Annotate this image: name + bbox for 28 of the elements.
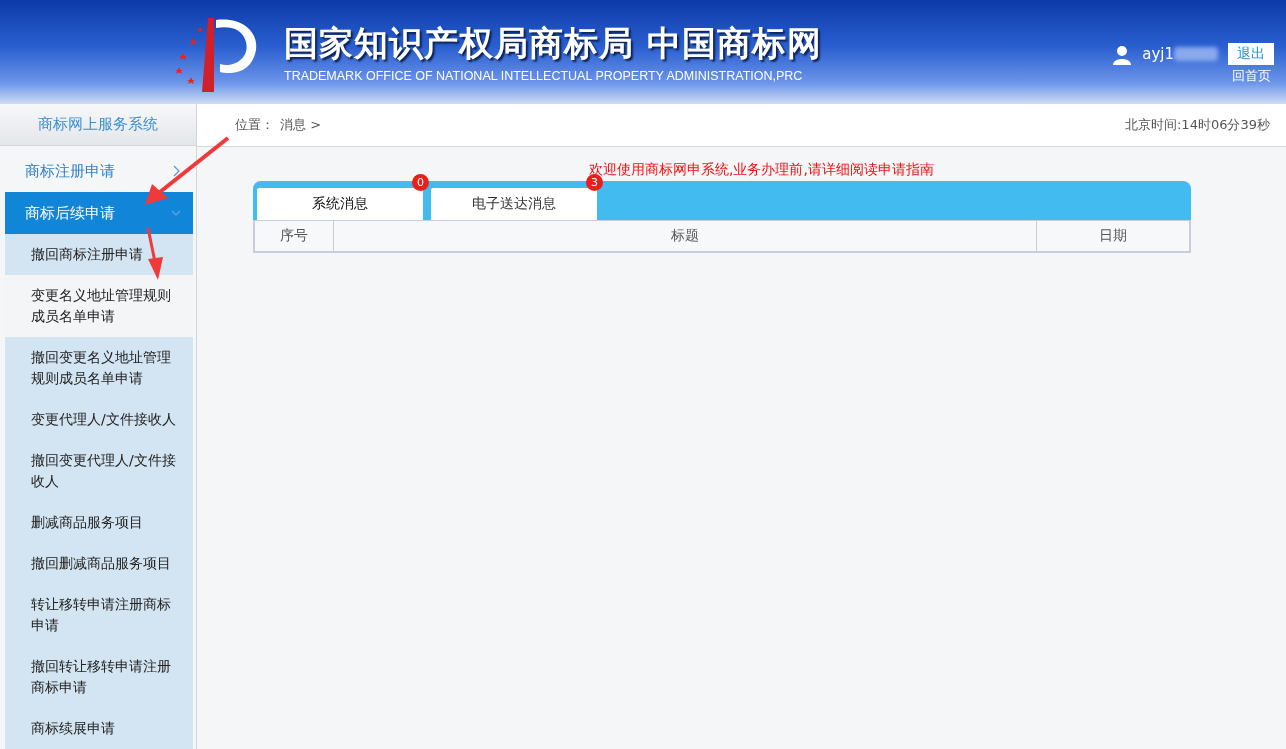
count-badge: 0 <box>412 174 429 191</box>
annotation-arrow <box>146 227 163 280</box>
menu-item[interactable]: 撤回变更名义地址管理规则成员名单申请 <box>5 337 193 399</box>
menu-item[interactable]: 撤回转让移转申请注册商标申请 <box>5 646 193 708</box>
column-header: 标题 <box>333 220 1037 252</box>
menu-item[interactable]: 转让移转申请注册商标申请 <box>5 584 193 646</box>
blurred-text <box>1174 47 1218 61</box>
menu-item[interactable]: 变更代理人/文件接收人 <box>5 399 193 440</box>
menu-item[interactable]: 撤回删减商品服务项目 <box>5 543 193 584</box>
chevron-icon <box>171 164 181 178</box>
menu-group[interactable]: 商标注册申请 <box>5 150 193 192</box>
username: ayj1 <box>1142 45 1174 63</box>
logout-button[interactable]: 退出 <box>1228 43 1274 65</box>
menu-item[interactable]: 删减商品服务项目 <box>5 502 193 543</box>
clock-text: 北京时间:14时06分39秒 <box>1125 116 1270 134</box>
menu-item[interactable]: 撤回商标注册申请 <box>5 234 193 275</box>
user-icon <box>1112 45 1133 65</box>
tab[interactable]: 电子送达消息 <box>431 188 597 220</box>
menu-item[interactable]: 商标续展申请 <box>5 708 193 749</box>
breadcrumb-link[interactable]: 消息 > <box>280 116 322 134</box>
breadcrumb-label: 位置： <box>235 116 274 134</box>
site-subtitle: TRADEMARK OFFICE OF NATIONAL INTELLECTUAL PROPERTY ADMINISTRATION,PRC <box>284 69 804 83</box>
menu-group[interactable]: 商标后续申请 <box>5 192 193 234</box>
column-header: 日期 <box>1036 220 1190 252</box>
tab[interactable]: 系统消息 <box>257 188 423 220</box>
column-header: 序号 <box>254 220 334 252</box>
site-title: 国家知识产权局商标局 中国商标网 <box>284 22 822 65</box>
menu-item[interactable]: 撤回变更代理人/文件接收人 <box>5 440 193 502</box>
